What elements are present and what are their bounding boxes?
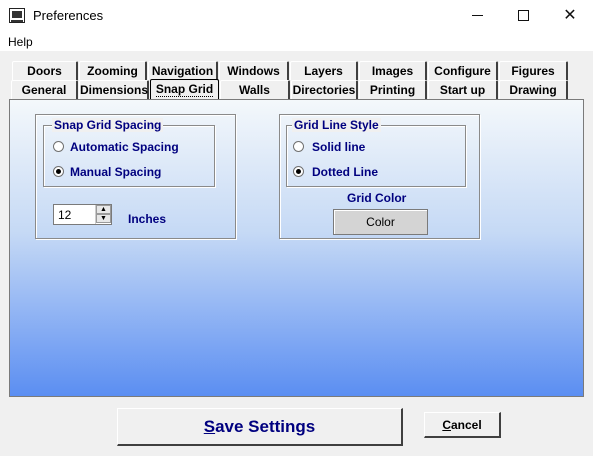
minimize-button[interactable]	[455, 0, 501, 31]
tab-drawing[interactable]: Drawing	[499, 80, 568, 99]
tab-doors[interactable]: Doors	[12, 61, 78, 80]
solid-line-radio[interactable]: Solid line	[293, 139, 443, 155]
grid-spacing-value[interactable]: 12	[58, 208, 71, 222]
tab-snap-grid-label: Snap Grid	[155, 82, 214, 97]
dotted-line-label: Dotted Line	[312, 165, 378, 179]
grid-spacing-stepper[interactable]: 12 ▲ ▼	[53, 204, 112, 225]
grid-line-style-title: Grid Line Style	[292, 118, 381, 132]
radio-button-icon	[293, 141, 304, 152]
tab-configure[interactable]: Configure	[428, 61, 498, 80]
window-title: Preferences	[33, 8, 104, 23]
cancel-button[interactable]: Cancel	[424, 412, 501, 438]
stepper-up-icon[interactable]: ▲	[96, 205, 111, 214]
app-icon	[9, 8, 25, 23]
tab-walls[interactable]: Walls	[220, 80, 290, 99]
tab-windows[interactable]: Windows	[219, 61, 289, 80]
menu-help[interactable]: Help	[8, 35, 33, 49]
snap-grid-spacing-title: Snap Grid Spacing	[52, 118, 164, 132]
manual-spacing-label: Manual Spacing	[70, 165, 162, 179]
tab-images[interactable]: Images	[359, 61, 427, 80]
stepper-buttons: ▲ ▼	[95, 205, 111, 224]
tab-dimensions[interactable]: Dimensions	[79, 80, 149, 99]
tab-printing[interactable]: Printing	[359, 80, 427, 99]
radio-button-checked-icon	[293, 166, 304, 177]
tab-layers[interactable]: Layers	[290, 61, 358, 80]
solid-line-label: Solid line	[312, 140, 366, 154]
stepper-down-icon[interactable]: ▼	[96, 214, 111, 223]
tab-snap-grid[interactable]: Snap Grid	[150, 79, 219, 99]
dotted-line-radio[interactable]: Dotted Line	[293, 164, 443, 180]
grid-color-label: Grid Color	[347, 191, 407, 205]
minimize-icon	[472, 15, 483, 16]
tab-directories[interactable]: Directories	[291, 80, 358, 99]
close-icon: ✕	[563, 7, 577, 24]
automatic-spacing-radio[interactable]: Automatic Spacing	[53, 139, 203, 155]
radio-button-icon	[53, 141, 64, 152]
title-bar: Preferences ✕	[0, 0, 593, 31]
menu-bar: Help	[0, 31, 593, 51]
manual-spacing-radio[interactable]: Manual Spacing	[53, 164, 203, 180]
tab-navigation[interactable]: Navigation	[148, 61, 218, 80]
save-settings-button[interactable]: Save Settings	[117, 408, 403, 446]
close-button[interactable]: ✕	[547, 0, 593, 31]
tab-zooming[interactable]: Zooming	[79, 61, 147, 80]
automatic-spacing-label: Automatic Spacing	[70, 140, 179, 154]
tab-start-up[interactable]: Start up	[428, 80, 498, 99]
tab-figures[interactable]: Figures	[499, 61, 568, 80]
unit-label: Inches	[128, 212, 167, 226]
color-button[interactable]: Color	[333, 209, 428, 235]
maximize-icon	[518, 10, 529, 21]
maximize-button[interactable]	[501, 0, 547, 31]
tab-general[interactable]: General	[11, 80, 78, 99]
radio-button-checked-icon	[53, 166, 64, 177]
